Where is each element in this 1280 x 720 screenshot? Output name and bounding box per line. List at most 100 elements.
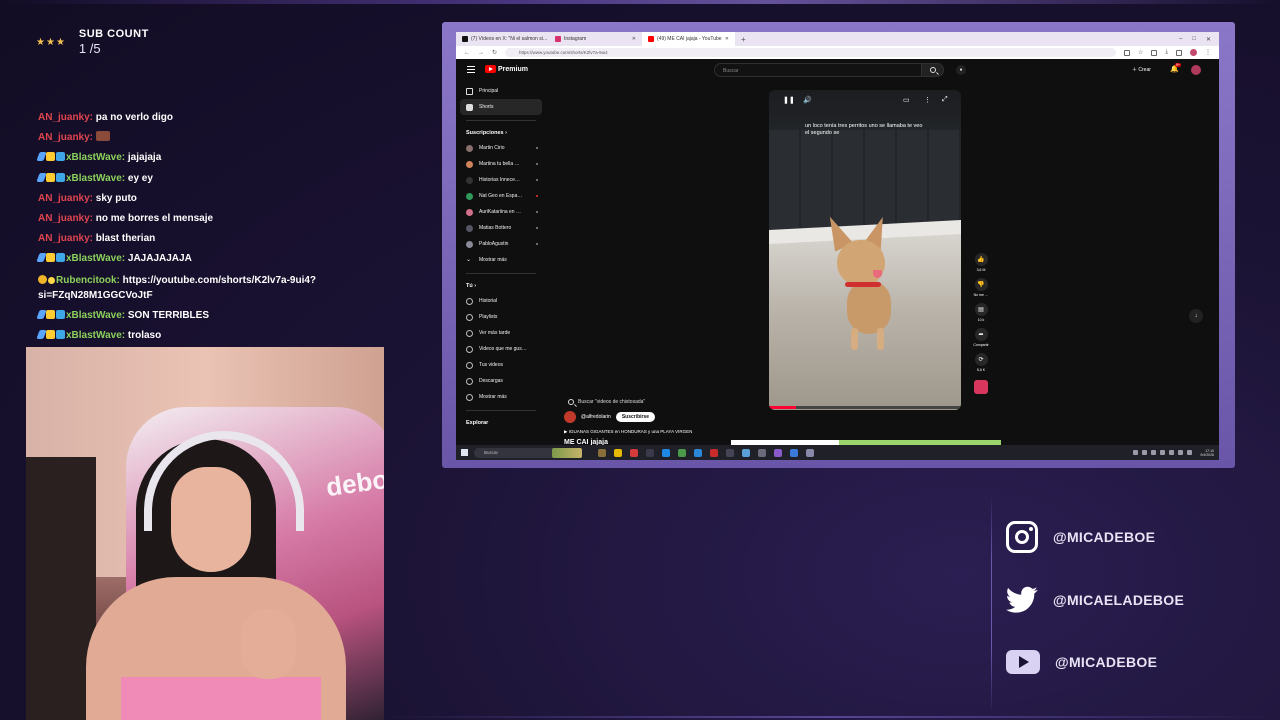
taskbar-app-icon[interactable] <box>662 448 670 457</box>
you-item[interactable]: Ver más tarde <box>460 325 542 341</box>
linked-video[interactable]: ▶ IGUANAS GIGANTES en HONDURAS y una PLA… <box>564 429 692 435</box>
subscription-item[interactable]: AuriKatariina en … <box>460 204 542 220</box>
next-short-arrow-icon[interactable]: ↓ <box>1189 309 1203 323</box>
volume-icon[interactable] <box>1187 450 1193 455</box>
taskbar-app-icon[interactable] <box>678 448 686 457</box>
subscription-item[interactable]: Nat Geo en Espa… <box>460 188 542 204</box>
close-icon[interactable]: ✕ <box>1206 36 1211 43</box>
tray-icon[interactable] <box>1160 450 1166 455</box>
you-item[interactable]: Historial <box>460 293 542 309</box>
windows-taskbar: Buscar 17:10 9/4/2026 <box>456 445 1219 460</box>
dislike-icon[interactable]: 👎 <box>974 278 988 291</box>
subscribe-button[interactable]: Suscribirse <box>615 412 656 422</box>
tray-icon[interactable] <box>1151 450 1157 455</box>
sidepanel-icon[interactable] <box>1176 49 1182 56</box>
social-twitter: @MICAELADEBOE <box>1006 586 1184 614</box>
subscription-item[interactable]: Matias Bottero <box>460 220 542 236</box>
create-button[interactable]: ＋ Crear <box>1132 66 1151 73</box>
youtube-account-avatar[interactable] <box>1191 65 1201 75</box>
chat-username: xBlastWave: <box>66 172 126 184</box>
taskbar-app-icon[interactable] <box>710 448 718 457</box>
you-item[interactable]: Playlists <box>460 309 542 325</box>
subscriptions-heading[interactable]: Suscripciones › <box>460 126 542 140</box>
pause-icon[interactable]: ❚❚ <box>783 96 795 104</box>
taskbar-app-icon[interactable] <box>790 448 798 457</box>
taskbar-app-icon[interactable] <box>774 448 782 457</box>
short-video-player[interactable]: un loco tenía tres perritos uno se llama… <box>769 90 961 410</box>
forward-icon[interactable]: → <box>478 50 484 56</box>
channel-name[interactable]: @alfredolarin <box>581 414 611 420</box>
back-icon[interactable]: ← <box>464 50 470 56</box>
taskbar-app-icon[interactable] <box>726 448 734 457</box>
you-item[interactable]: Tus videos <box>460 357 542 373</box>
tab-close-icon[interactable]: ✕ <box>632 36 636 42</box>
taskbar-clock[interactable]: 17:10 9/4/2026 <box>1200 449 1214 457</box>
sun-badge-icon <box>48 276 55 284</box>
captions-icon[interactable]: ▭ <box>903 96 910 104</box>
profile-avatar[interactable] <box>1190 49 1197 56</box>
taskbar-apps <box>598 448 814 457</box>
fullscreen-icon[interactable]: ⤢ <box>942 96 948 104</box>
sidebar-item-principal[interactable]: Principal <box>460 83 542 99</box>
taskbar-app-icon[interactable] <box>630 448 638 457</box>
you-item[interactable]: Descargas <box>460 373 542 389</box>
bookmark-star-icon[interactable]: ☆ <box>1138 49 1143 56</box>
remix-icon[interactable]: ⟳ <box>974 353 988 366</box>
more-options-icon[interactable]: ⋮ <box>924 96 931 104</box>
you-heading[interactable]: Tú › <box>460 279 542 293</box>
subscription-item[interactable]: PabloAgustin <box>460 236 542 252</box>
tray-icon[interactable] <box>1142 450 1148 455</box>
taskbar-search[interactable]: Buscar <box>474 447 582 458</box>
extensions-icon[interactable] <box>1151 49 1158 56</box>
install-app-icon[interactable] <box>1123 49 1130 56</box>
tab-close-icon[interactable]: ✕ <box>725 36 729 42</box>
sidebar-item-shorts[interactable]: Shorts <box>460 99 542 115</box>
url-field[interactable]: https://www.youtube.com/shorts/K2lv7a-9u… <box>505 48 1116 57</box>
taskbar-app-icon[interactable] <box>806 448 814 457</box>
browser-tab[interactable]: (7) Vídeos en X: "Ni el salmon si…✕ <box>456 32 549 46</box>
subscription-item[interactable]: Historias Innece… <box>460 172 542 188</box>
wifi-icon[interactable] <box>1178 450 1184 455</box>
show-more-subscriptions[interactable]: ⌄ Mostrar más <box>460 252 542 268</box>
reload-icon[interactable]: ↻ <box>492 49 497 56</box>
create-label: Crear <box>1138 67 1151 73</box>
taskbar-app-icon[interactable] <box>758 448 766 457</box>
taskbar-app-icon[interactable] <box>694 448 702 457</box>
taskbar-app-icon[interactable] <box>614 448 622 457</box>
menu-dots-icon[interactable]: ⋮ <box>1205 49 1211 56</box>
browser-tab[interactable]: Instagram ✕ <box>549 32 642 46</box>
youtube-search-input[interactable]: Buscar <box>714 63 922 77</box>
taskbar-app-icon[interactable] <box>598 448 606 457</box>
volume-icon[interactable]: 🔊 <box>803 96 812 104</box>
instagram-icon <box>1006 521 1038 553</box>
channel-avatar[interactable] <box>564 411 576 423</box>
windows-start-icon[interactable] <box>461 449 468 456</box>
youtube-logo[interactable]: Premium <box>485 65 528 73</box>
sound-thumbnail[interactable] <box>974 380 988 394</box>
subscription-item[interactable]: Martin Cirio <box>460 140 542 156</box>
comments-icon[interactable]: ▤ <box>974 303 988 316</box>
you-item[interactable]: Videos que me gus… <box>460 341 542 357</box>
taskbar-app-icon[interactable] <box>742 448 750 457</box>
minimize-icon[interactable]: – <box>1179 36 1182 43</box>
new-tab-button[interactable]: + <box>735 35 752 44</box>
voice-search-icon[interactable]: ● <box>956 65 966 75</box>
tray-icon[interactable] <box>1133 450 1139 455</box>
tray-icon[interactable] <box>1169 450 1175 455</box>
maximize-icon[interactable]: □ <box>1192 36 1196 43</box>
channel-avatar <box>466 224 473 232</box>
download-icon[interactable]: ⤓ <box>1165 49 1168 56</box>
you-item[interactable]: Mostrar más <box>460 389 542 405</box>
hamburger-menu-icon[interactable] <box>467 66 475 73</box>
chat-message: AN_juanky: blast therian <box>38 229 368 249</box>
youtube-search-button[interactable] <box>922 63 944 77</box>
subscription-label: Martin Cirio <box>479 145 505 151</box>
subscription-item[interactable]: Martina tu bella … <box>460 156 542 172</box>
short-search-suggestion[interactable]: Buscar "videos de chistosada" <box>568 399 692 405</box>
chat-message: xBlastWave: JAJAJAJAJA <box>36 249 368 269</box>
like-icon[interactable]: 👍 <box>974 253 988 266</box>
share-icon[interactable]: ➦ <box>974 328 988 341</box>
taskbar-app-icon[interactable] <box>646 448 654 457</box>
browser-tab[interactable]: (49) ME CAI jajaja - YouTube ✕ <box>642 32 735 46</box>
video-progress-bar[interactable] <box>769 406 961 409</box>
